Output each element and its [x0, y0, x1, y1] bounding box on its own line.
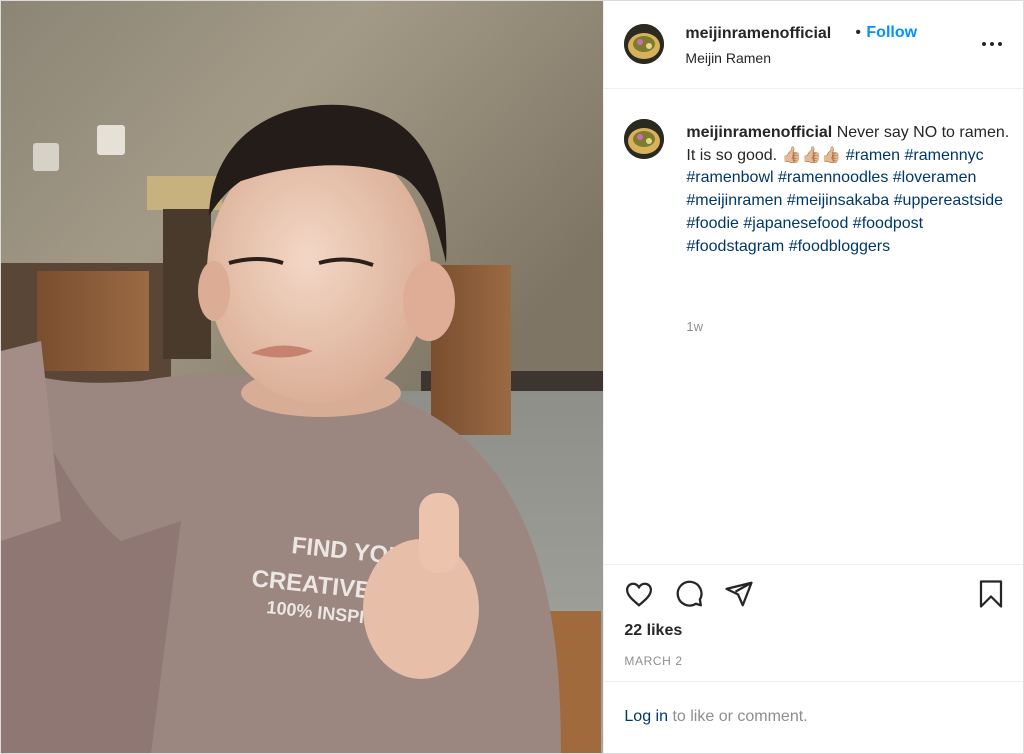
hashtag-link[interactable]: #meijinsakaba: [787, 192, 889, 209]
post-photo-image: FIND YOUR CREATIVE S 100% INSPI: [1, 1, 604, 753]
login-bar: Log in to like or comment.: [604, 681, 1024, 754]
actions-bar: 22 likes MARCH 2: [604, 564, 1024, 682]
post-header: meijinramenofficial • Follow Meijin Rame…: [604, 1, 1024, 89]
hashtag-link[interactable]: #foodbloggers: [789, 238, 890, 255]
hashtag-link[interactable]: #meijinramen: [686, 192, 782, 209]
hashtag-link[interactable]: #ramennoodles: [778, 169, 888, 186]
more-options-icon[interactable]: [980, 37, 1004, 51]
hashtag-link[interactable]: #foodie: [686, 215, 739, 232]
hashtag-link[interactable]: #ramenbowl: [686, 169, 773, 186]
follow-button[interactable]: Follow: [866, 24, 917, 42]
caption-text: meijinramenofficial Never say NO to rame…: [686, 122, 1016, 258]
login-suffix: to like or comment.: [668, 708, 808, 725]
post-time[interactable]: 1w: [686, 319, 703, 334]
post-container: FIND YOUR CREATIVE S 100% INSPI meijinra…: [0, 0, 1024, 754]
heart-icon[interactable]: [624, 579, 654, 614]
login-prompt: Log in to like or comment.: [624, 708, 807, 726]
post-date: MARCH 2: [624, 654, 683, 668]
post-side-panel: meijinramenofficial • Follow Meijin Rame…: [603, 1, 1024, 754]
post-photo[interactable]: FIND YOUR CREATIVE S 100% INSPI: [1, 1, 604, 753]
bookmark-icon[interactable]: [976, 579, 1006, 614]
header-username-link[interactable]: meijinramenofficial: [685, 25, 831, 43]
hashtag-link[interactable]: #foodpost: [853, 215, 923, 232]
comment-icon[interactable]: [674, 579, 704, 614]
hashtag-link[interactable]: #ramennyc: [905, 147, 984, 164]
caption-area: meijinramenofficial Never say NO to rame…: [604, 90, 1023, 564]
login-link[interactable]: Log in: [624, 708, 668, 725]
ramen-bowl-avatar-icon: [624, 119, 665, 159]
hashtag-link[interactable]: #ramen: [846, 147, 900, 164]
share-icon[interactable]: [724, 579, 754, 614]
ramen-bowl-avatar-icon: [624, 24, 665, 64]
avatar[interactable]: [624, 24, 665, 64]
location-link[interactable]: Meijin Ramen: [685, 50, 771, 66]
caption-avatar[interactable]: [624, 119, 665, 159]
hashtag-link[interactable]: #foodstagram: [686, 238, 784, 255]
caption-username-link[interactable]: meijinramenofficial: [686, 124, 832, 141]
hashtag-link[interactable]: #loveramen: [893, 169, 977, 186]
header-separator: •: [855, 24, 862, 41]
hashtag-link[interactable]: #uppereastside: [894, 192, 1003, 209]
likes-count[interactable]: 22 likes: [624, 622, 682, 640]
hashtag-link[interactable]: #japanesefood: [743, 215, 848, 232]
